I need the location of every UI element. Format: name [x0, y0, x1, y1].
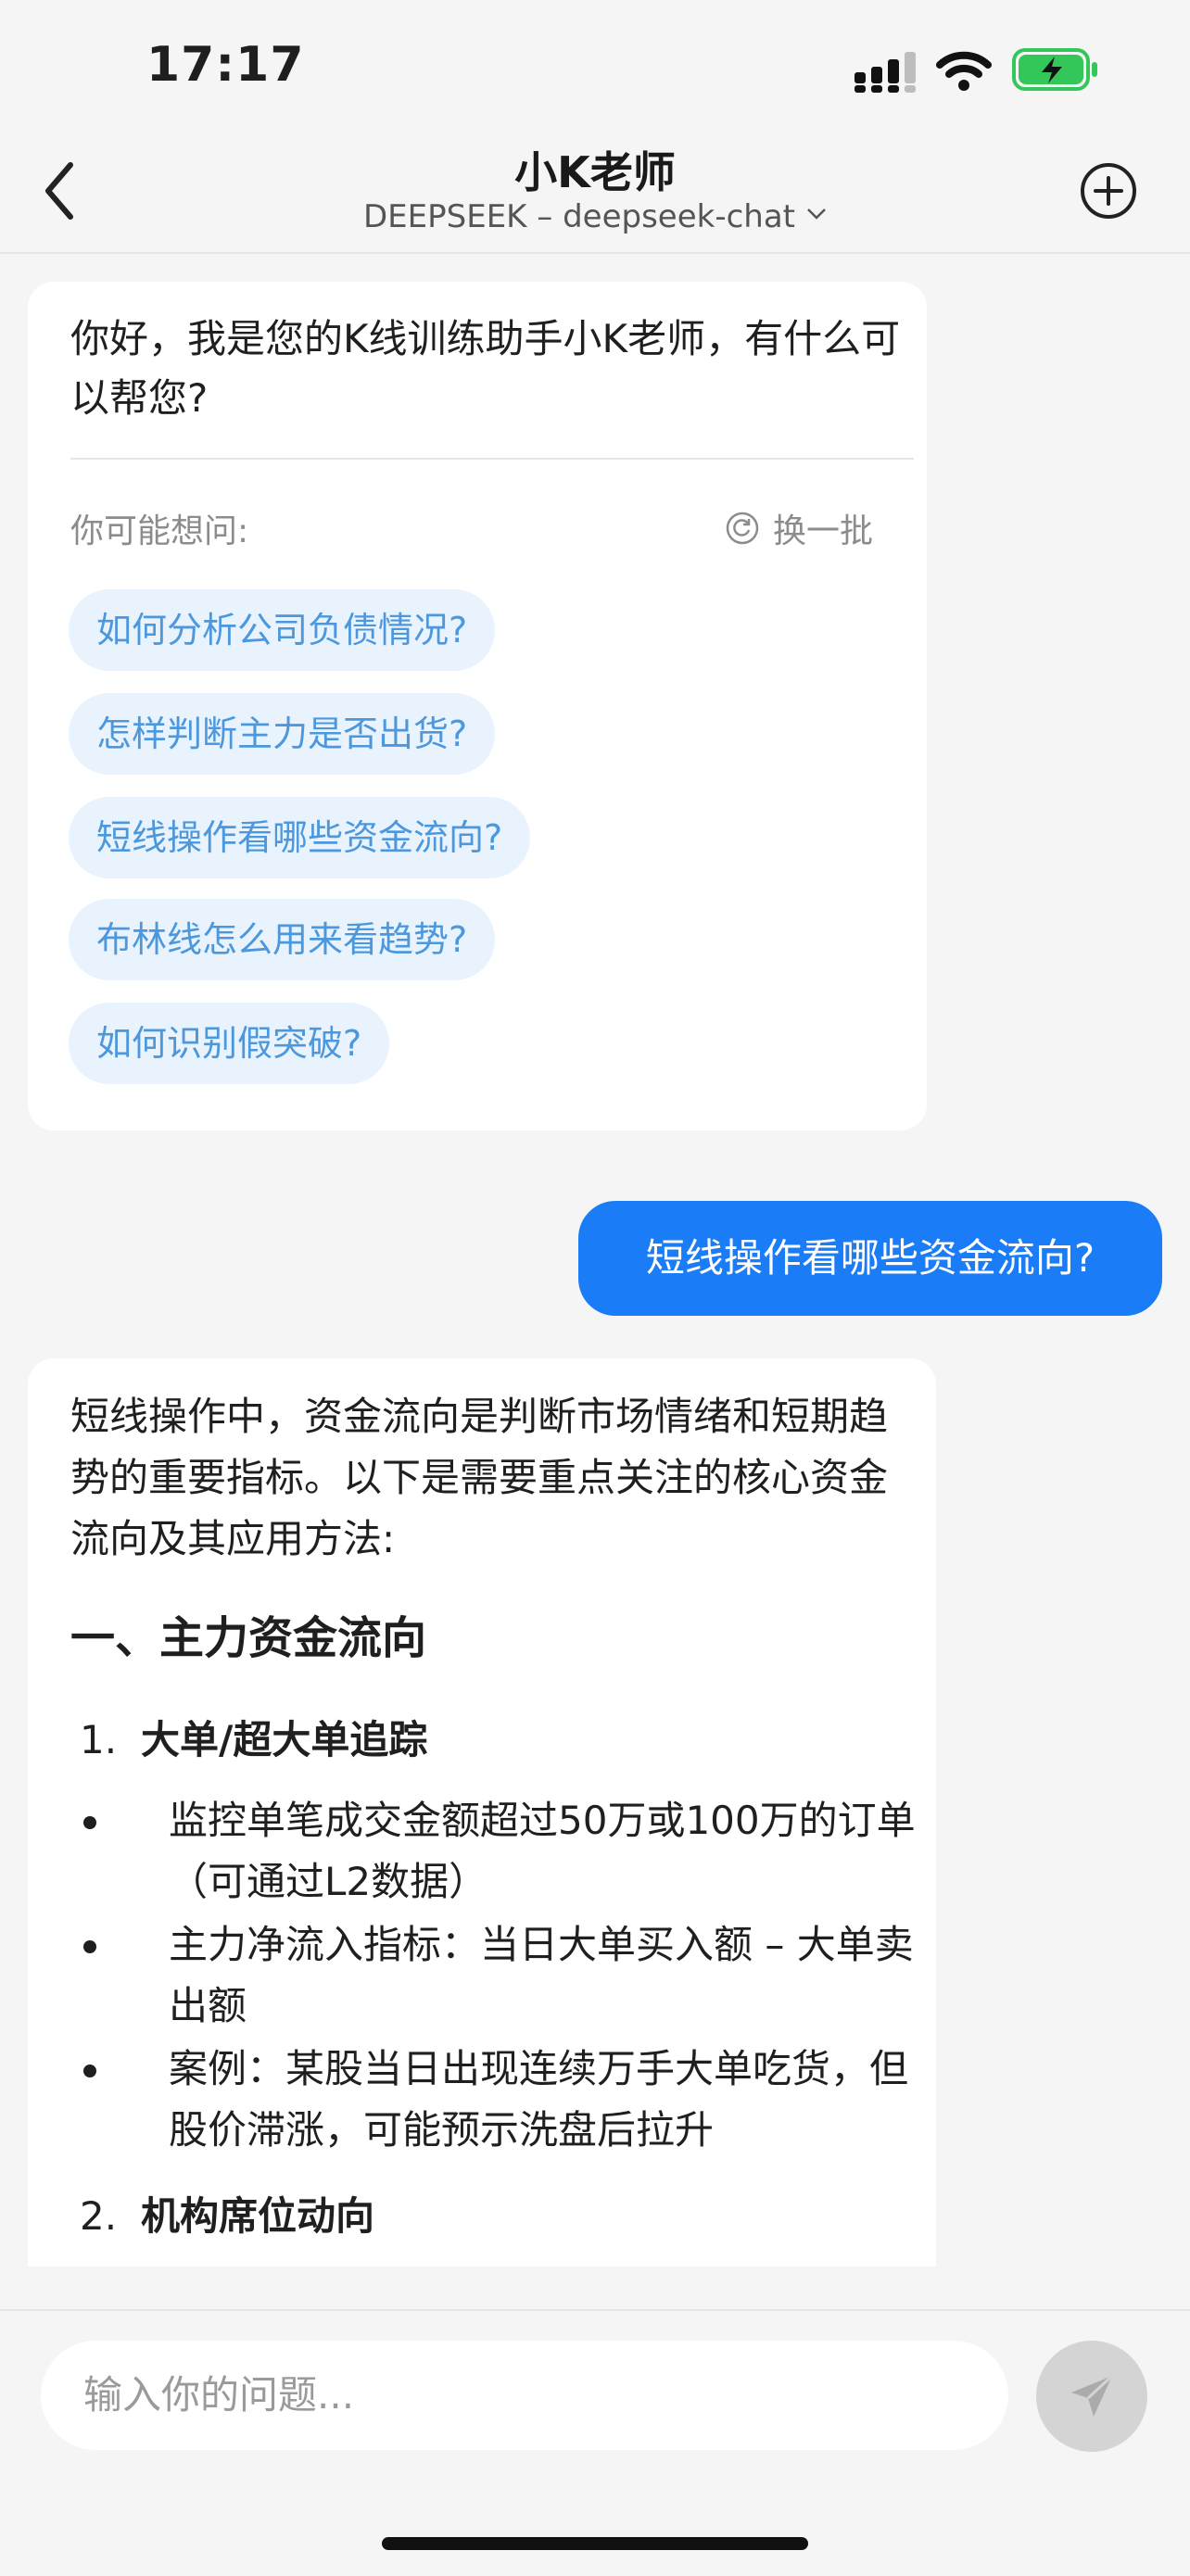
suggestion-chip[interactable]: 短线操作看哪些资金流向? — [69, 797, 531, 878]
question-input[interactable] — [41, 2341, 1008, 2450]
numbered-item: 2. 机构席位动向 — [70, 2185, 374, 2241]
bullet-text: 案例：某股当日出现连续万手大单吃货，但股价滞涨，可能预示洗盘后拉升 — [169, 2046, 909, 2153]
send-button[interactable] — [1036, 2341, 1147, 2452]
bullet-text: 主力净流入指标：当日大单买入额 – 大单卖出额 — [169, 1922, 914, 2028]
chevron-down-icon — [807, 208, 826, 220]
suggestion-chip[interactable]: 如何分析公司负债情况? — [69, 589, 496, 671]
user-message-bubble: 短线操作看哪些资金流向? — [578, 1201, 1162, 1316]
numbered-item-number: 1. — [80, 1717, 118, 1762]
bullet-item: 案例：某股当日出现连续万手大单吃货，但股价滞涨，可能预示洗盘后拉升 — [83, 2039, 918, 2161]
nav-bar: 小K老师 DEEPSEEK – deepseek-chat — [0, 139, 1190, 254]
answer-intro: 短线操作中，资金流向是判断市场情绪和短期趋势的重要指标。以下是需要重点关注的核心… — [70, 1394, 889, 1561]
wifi-icon — [936, 51, 992, 91]
numbered-item-number: 2. — [80, 2193, 118, 2239]
refresh-button[interactable]: 换一批 — [725, 504, 873, 552]
input-bar — [0, 2309, 1190, 2576]
greeting-text: 你好，我是您的K线训练助手小K老师，有什么可以帮您? — [70, 316, 901, 421]
bullet-item: 主力净流入指标：当日大单买入额 – 大单卖出额 — [83, 1914, 918, 2037]
answer-heading: 一、主力资金流向 — [70, 1612, 427, 1664]
home-indicator[interactable] — [382, 2537, 808, 2550]
suggestions-label: 你可能想问: — [70, 512, 249, 550]
model-selector[interactable]: DEEPSEEK – deepseek-chat — [0, 198, 1190, 235]
bullet-text: 监控单笔成交金额超过50万或100万的订单（可通过L2数据） — [169, 1798, 916, 1904]
status-time: 17:17 — [146, 37, 305, 93]
assistant-answer-card: 短线操作中，资金流向是判断市场情绪和短期趋势的重要指标。以下是需要重点关注的核心… — [28, 1358, 936, 2267]
numbered-item-title: 大单/超大单追踪 — [141, 1717, 428, 1762]
model-selector-label: DEEPSEEK – deepseek-chat — [362, 198, 796, 235]
send-icon — [1071, 2374, 1114, 2417]
suggestion-chip[interactable]: 怎样判断主力是否出货? — [69, 693, 496, 775]
bullet-dot — [83, 2065, 96, 2077]
refresh-icon — [726, 511, 759, 545]
page-title: 小K老师 — [514, 147, 676, 197]
status-bar: 17:17 — [0, 0, 1190, 139]
bullet-dot — [83, 1816, 96, 1829]
bullet-dot — [83, 1940, 96, 1953]
suggestion-chip[interactable]: 如何识别假突破? — [69, 1003, 390, 1084]
numbered-item-title: 机构席位动向 — [141, 2193, 375, 2239]
refresh-label: 换一批 — [773, 512, 874, 550]
greeting-card: 你好，我是您的K线训练助手小K老师，有什么可以帮您? 你可能想问: 换一批 如何… — [28, 282, 927, 1130]
battery-icon — [1012, 48, 1097, 91]
plus-circle-icon[interactable] — [1079, 161, 1138, 221]
numbered-item: 1. 大单/超大单追踪 — [70, 1709, 427, 1765]
signal-icon — [855, 52, 916, 93]
suggestion-chip[interactable]: 布林线怎么用来看趋势? — [69, 899, 496, 980]
divider — [70, 458, 914, 460]
bullet-item: 监控单笔成交金额超过50万或100万的订单（可通过L2数据） — [83, 1790, 918, 1913]
